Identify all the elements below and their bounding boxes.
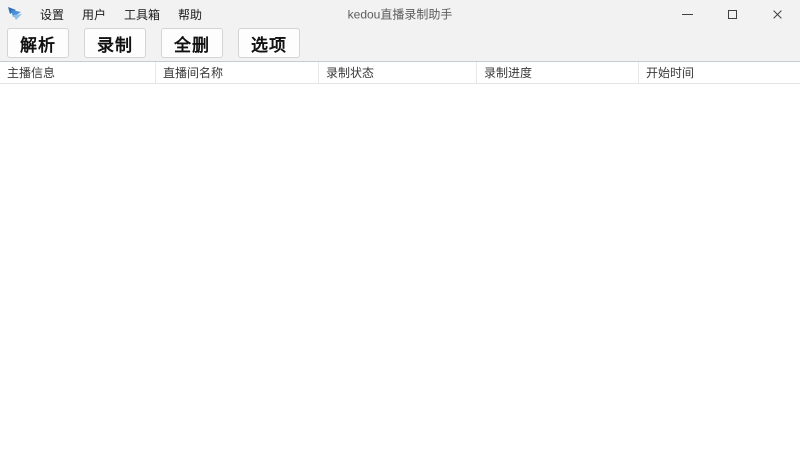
options-button[interactable]: 选项	[238, 28, 300, 58]
minimize-icon	[682, 13, 693, 15]
maximize-icon	[728, 9, 737, 19]
column-header-record-progress[interactable]: 录制进度	[476, 62, 638, 83]
close-button[interactable]	[755, 0, 800, 28]
minimize-button[interactable]	[665, 0, 710, 28]
table-header: 主播信息 直播间名称 录制状态 录制进度 开始时间	[0, 61, 800, 84]
menu-item-settings[interactable]: 设置	[31, 0, 73, 28]
maximize-button[interactable]	[710, 0, 755, 28]
delete-all-button[interactable]: 全删	[161, 28, 223, 58]
column-header-room-name[interactable]: 直播间名称	[155, 62, 318, 83]
toolbar: 解析 录制 全删 选项	[0, 28, 800, 61]
column-header-streamer-info[interactable]: 主播信息	[0, 62, 155, 83]
app-window: 设置 用户 工具箱 帮助 kedou直播录制助手 解析 录制 全删 选项 主播信…	[0, 0, 800, 469]
caption-buttons	[665, 0, 800, 28]
record-button[interactable]: 录制	[84, 28, 146, 58]
menu-item-toolbox[interactable]: 工具箱	[115, 0, 169, 28]
menu-item-user[interactable]: 用户	[73, 0, 115, 28]
close-icon	[772, 9, 783, 20]
parse-button[interactable]: 解析	[7, 28, 69, 58]
column-header-start-time[interactable]: 开始时间	[638, 62, 800, 83]
title-bar: 设置 用户 工具箱 帮助 kedou直播录制助手	[0, 0, 800, 28]
column-header-record-status[interactable]: 录制状态	[318, 62, 476, 83]
menu-bar: 设置 用户 工具箱 帮助	[31, 0, 211, 28]
table-body	[0, 84, 800, 469]
app-logo-icon[interactable]	[7, 6, 23, 22]
menu-item-help[interactable]: 帮助	[169, 0, 211, 28]
window-title: kedou直播录制助手	[347, 7, 453, 22]
